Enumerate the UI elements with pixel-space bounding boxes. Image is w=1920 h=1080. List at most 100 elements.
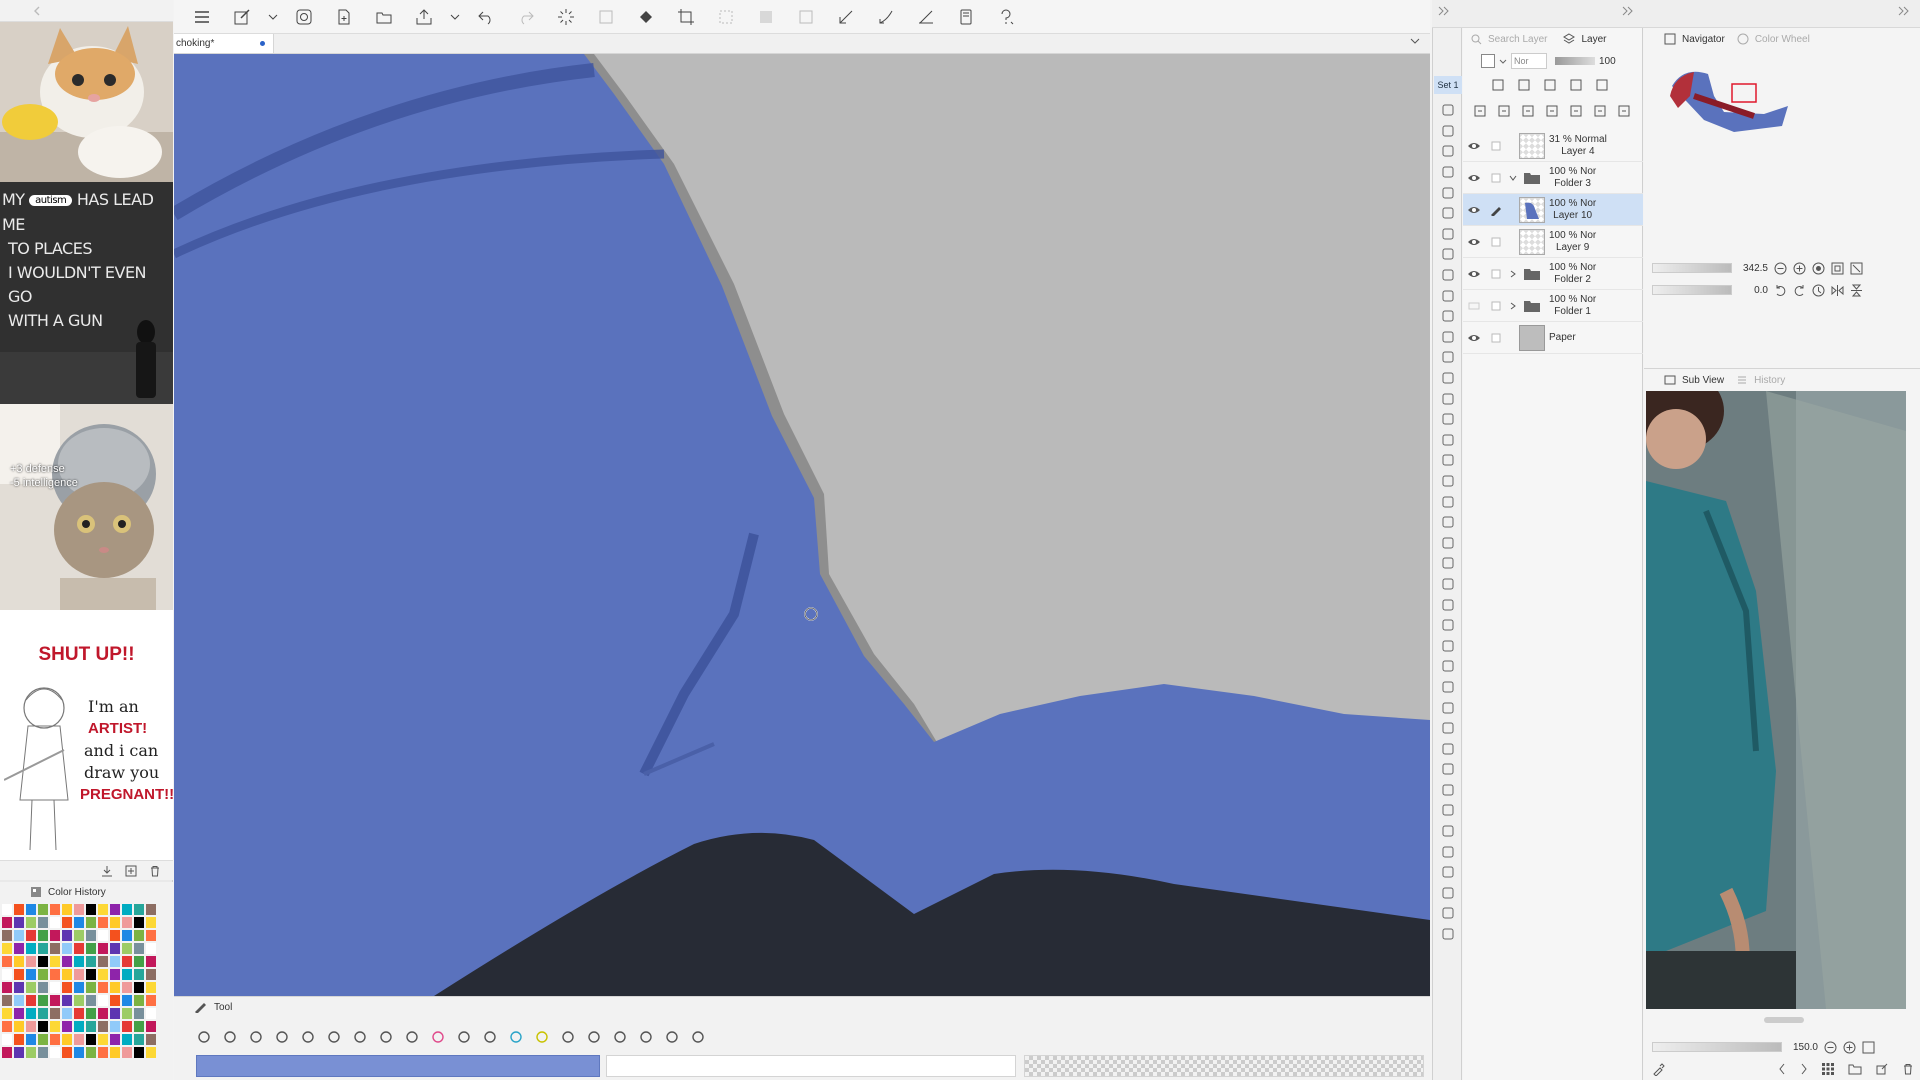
- color-swatch[interactable]: [122, 917, 132, 928]
- mask-icon[interactable]: [1434, 471, 1462, 492]
- color-swatch[interactable]: [98, 982, 108, 993]
- brush-tool-icon[interactable]: [376, 1027, 396, 1047]
- color-swatch[interactable]: [110, 943, 120, 954]
- color-swatch[interactable]: [122, 969, 132, 980]
- fill-icon[interactable]: [628, 2, 664, 32]
- color-swatch[interactable]: [62, 917, 72, 928]
- color-swatch[interactable]: [110, 995, 120, 1006]
- redo-icon[interactable]: [508, 2, 544, 32]
- color-swatch[interactable]: [110, 969, 120, 980]
- color-swatch[interactable]: [122, 930, 132, 941]
- reset-rotation-icon[interactable]: [1812, 284, 1825, 297]
- color-swatch[interactable]: [86, 917, 96, 928]
- color-swatch[interactable]: [62, 969, 72, 980]
- layer-tab[interactable]: Layer: [1581, 34, 1606, 45]
- color-swatch[interactable]: [134, 956, 144, 967]
- chevron-down-icon[interactable]: [446, 2, 464, 32]
- color-swatch[interactable]: [2, 904, 12, 915]
- collapse-dock-icon[interactable]: [1438, 6, 1450, 16]
- settings-icon[interactable]: [1434, 553, 1462, 574]
- decoration-tool-icon[interactable]: [402, 1027, 422, 1047]
- color-swatch[interactable]: [38, 904, 48, 915]
- color-swatch[interactable]: [38, 930, 48, 941]
- sub-view-image[interactable]: [1646, 391, 1906, 1009]
- color-swatch[interactable]: [134, 1008, 144, 1019]
- color-swatch[interactable]: [98, 904, 108, 915]
- color-swatch[interactable]: [50, 1021, 60, 1032]
- color-swatch[interactable]: [146, 1034, 156, 1045]
- color-swatch[interactable]: [14, 1047, 24, 1058]
- layer-row[interactable]: Paper: [1463, 322, 1643, 354]
- select-tool-icon[interactable]: [662, 1027, 682, 1047]
- layer-row[interactable]: 100 % Nor Folder 2: [1463, 258, 1643, 290]
- hand-icon[interactable]: [1434, 821, 1462, 842]
- gear-icon[interactable]: [1434, 924, 1462, 945]
- transparent-color-bar[interactable]: [1024, 1055, 1424, 1077]
- layer-down-icon[interactable]: [1434, 615, 1462, 636]
- eye-icon[interactable]: [1463, 333, 1485, 343]
- color-swatch[interactable]: [26, 995, 36, 1006]
- fit-to-screen-icon[interactable]: [1831, 262, 1844, 275]
- chevron-right-icon[interactable]: [1507, 270, 1519, 278]
- zoom-out-icon[interactable]: [1774, 262, 1787, 275]
- color-swatch[interactable]: [110, 904, 120, 915]
- color-swatch[interactable]: [122, 1034, 132, 1045]
- transfer-down-icon[interactable]: [1545, 104, 1559, 118]
- new-file-icon[interactable]: [326, 2, 362, 32]
- delete-layer-icon[interactable]: [1617, 104, 1631, 118]
- layer-checkbox[interactable]: [1485, 301, 1507, 311]
- zoom-in-icon[interactable]: [1843, 1041, 1856, 1054]
- color-swatch[interactable]: [134, 1047, 144, 1058]
- new-vector-layer-icon[interactable]: [1497, 104, 1511, 118]
- color-swatch[interactable]: [146, 904, 156, 915]
- bucket-icon[interactable]: [1434, 532, 1462, 553]
- color-swatch[interactable]: [122, 943, 132, 954]
- color-swatch[interactable]: [98, 930, 108, 941]
- flip-horizontal-icon[interactable]: [1831, 284, 1844, 297]
- mask-enable-icon[interactable]: [1595, 78, 1609, 92]
- snap-ruler-icon[interactable]: [828, 2, 864, 32]
- pen-tool-icon[interactable]: [350, 1027, 370, 1047]
- layer-color-icon[interactable]: [1434, 450, 1462, 471]
- color-swatch[interactable]: [50, 904, 60, 915]
- layer-row[interactable]: 100 % Nor Layer 10: [1463, 194, 1643, 226]
- sub-color-bar[interactable]: [606, 1055, 1016, 1077]
- figure-tool-icon[interactable]: [506, 1027, 526, 1047]
- color-swatch[interactable]: [74, 1008, 84, 1019]
- hide-selection-icon[interactable]: [1434, 285, 1462, 306]
- expand-icon[interactable]: [1434, 738, 1462, 759]
- color-swatch[interactable]: [146, 930, 156, 941]
- flip-h-icon[interactable]: [1434, 759, 1462, 780]
- color-swatch[interactable]: [98, 1008, 108, 1019]
- color-swatch[interactable]: [98, 995, 108, 1006]
- main-color-bar[interactable]: [196, 1055, 600, 1077]
- color-swatch[interactable]: [134, 904, 144, 915]
- invert-selection-icon[interactable]: [748, 2, 784, 32]
- eyedropper-icon[interactable]: [1652, 1062, 1665, 1076]
- new-icon[interactable]: [1434, 100, 1462, 121]
- flip-v-icon[interactable]: [1434, 780, 1462, 801]
- frame-tool-icon[interactable]: [532, 1027, 552, 1047]
- color-swatch[interactable]: [38, 956, 48, 967]
- color-swatch[interactable]: [86, 904, 96, 915]
- color-swatch[interactable]: [38, 969, 48, 980]
- color-swatch[interactable]: [122, 982, 132, 993]
- lock-transparency-icon[interactable]: [1569, 78, 1583, 92]
- layer-merge-icon[interactable]: [1434, 594, 1462, 615]
- color-swatch[interactable]: [26, 1008, 36, 1019]
- color-swatch[interactable]: [62, 904, 72, 915]
- color-swatch[interactable]: [26, 943, 36, 954]
- sub-view-scrollbar[interactable]: [1764, 1017, 1804, 1023]
- balloon-tool-icon[interactable]: [610, 1027, 630, 1047]
- eye-icon[interactable]: [1463, 141, 1485, 151]
- color-swatch[interactable]: [14, 995, 24, 1006]
- color-swatch[interactable]: [146, 956, 156, 967]
- color-swatch[interactable]: [26, 917, 36, 928]
- color-swatch[interactable]: [74, 917, 84, 928]
- selection-border-icon[interactable]: [788, 2, 824, 32]
- color-swatch[interactable]: [74, 969, 84, 980]
- fit-to-navigator-icon[interactable]: [1850, 262, 1863, 275]
- color-swatch[interactable]: [86, 1008, 96, 1019]
- edit-canvas-icon[interactable]: [224, 2, 260, 32]
- eraser-icon[interactable]: [1434, 903, 1462, 924]
